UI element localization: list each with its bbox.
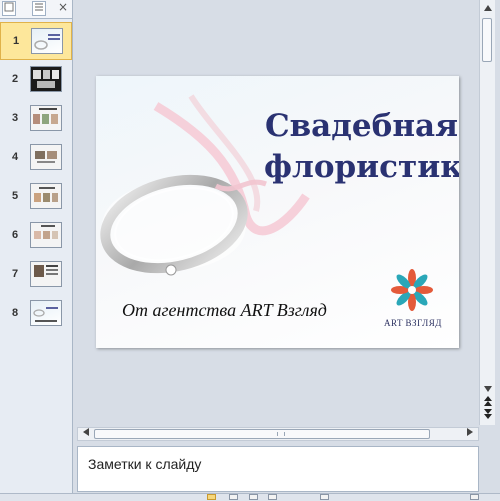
thumbnail-slide-4[interactable]: 4 (0, 139, 72, 177)
double-down-arrow-icon (483, 409, 492, 419)
notes-placeholder: Заметки к слайду (88, 456, 202, 472)
slide-number: 6 (12, 229, 19, 241)
logo-text: ART ВЗГЛЯД (384, 318, 442, 328)
slides-tab[interactable] (2, 1, 16, 16)
slide-thumbnail-image (30, 144, 62, 170)
outline-tab[interactable] (32, 1, 46, 16)
thumbnail-slide-1[interactable]: 1 (0, 22, 72, 60)
slide-thumbnail-image (31, 28, 63, 54)
slide-number: 8 (12, 307, 19, 319)
slideshow-icon[interactable] (268, 494, 277, 500)
double-up-arrow-icon (483, 396, 492, 406)
slide-thumbnail-image (30, 183, 62, 209)
scroll-right-button[interactable] (463, 428, 477, 440)
slide-title[interactable]: Свадебная флористика (264, 106, 459, 188)
outline-tab-icon (35, 3, 43, 11)
slide-number: 5 (12, 190, 19, 202)
up-arrow-icon (483, 5, 492, 11)
horizontal-scroll-thumb[interactable] (94, 429, 430, 439)
horizontal-scrollbar[interactable] (77, 427, 479, 441)
notes-pane[interactable]: Заметки к слайду (77, 446, 479, 492)
slide-thumbnail-image (30, 261, 62, 287)
slide-number: 4 (12, 151, 19, 163)
slide-subtitle[interactable]: От агентства ART Взгляд (122, 300, 327, 321)
thumbnail-slide-2[interactable]: 2 (0, 61, 72, 99)
slide-thumbnail-image (30, 105, 62, 131)
current-slide[interactable]: Свадебная флористика От агентства ART Вз… (96, 76, 459, 348)
next-slide-button[interactable] (480, 409, 495, 423)
slide-thumbnail-image (30, 300, 62, 326)
right-arrow-icon (467, 428, 473, 436)
slide-title-line-1: Свадебная (264, 108, 459, 144)
reading-view-icon[interactable] (249, 494, 258, 500)
scroll-left-button[interactable] (79, 428, 93, 440)
slide-number: 2 (12, 73, 19, 85)
slide-sorter-icon[interactable] (229, 494, 238, 500)
thumbnail-slide-6[interactable]: 6 (0, 217, 72, 255)
scroll-grip (277, 432, 285, 436)
slide-thumbnail-image (30, 66, 62, 92)
close-pane-button[interactable]: × (56, 1, 70, 16)
art-vzglyad-logo (391, 269, 433, 311)
thumbnail-slide-3[interactable]: 3 (0, 100, 72, 138)
zoom-in-icon[interactable] (470, 494, 479, 500)
slide-thumbnail-image (30, 222, 62, 248)
pane-tabs: × (0, 0, 72, 19)
normal-view-icon[interactable] (207, 494, 216, 500)
thumbnail-slide-7[interactable]: 7 (0, 256, 72, 294)
thumbnail-slide-5[interactable]: 5 (0, 178, 72, 216)
vertical-scrollbar[interactable] (479, 0, 495, 425)
scroll-up-button[interactable] (480, 2, 495, 16)
slides-tab-icon (4, 2, 14, 12)
scroll-down-button[interactable] (480, 383, 495, 397)
slide-number: 3 (12, 112, 19, 124)
slide-number: 1 (13, 35, 20, 47)
previous-slide-button[interactable] (480, 396, 495, 410)
close-icon: × (57, 0, 69, 14)
slides-thumbnail-pane: × 1 2 3 4 5 6 7 8 (0, 0, 73, 493)
scroll-thumb[interactable] (482, 18, 492, 62)
slide-number: 7 (12, 268, 19, 280)
down-arrow-icon (483, 386, 492, 392)
slide-title-line-2: флористика (264, 149, 459, 185)
left-arrow-icon (83, 428, 89, 436)
thumbnail-slide-8[interactable]: 8 (0, 295, 72, 333)
slide-editing-area: Свадебная флористика От агентства ART Вз… (73, 0, 479, 425)
zoom-out-icon[interactable] (320, 494, 329, 500)
thumbnail-list: 1 2 3 4 5 6 7 8 (0, 22, 72, 334)
